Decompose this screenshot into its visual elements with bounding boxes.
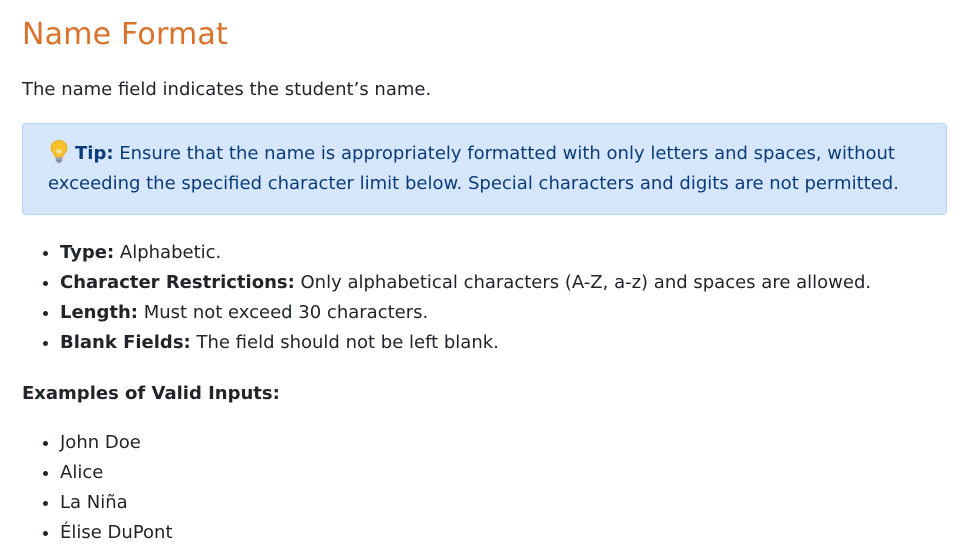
intro-text: The name field indicates the student’s n… — [22, 78, 432, 100]
rules-list: Type: Alphabetic. Character Restrictions… — [22, 238, 947, 358]
tip-callout: Tip: Ensure that the name is appropriate… — [22, 122, 947, 215]
tip-text: Ensure that the name is appropriately fo… — [48, 142, 899, 194]
list-item: Length: Must not exceed 30 characters. — [60, 298, 947, 328]
list-item: Blank Fields: The field should not be le… — [60, 328, 947, 358]
list-item: Élise DuPont — [60, 518, 947, 548]
list-item: Type: Alphabetic. — [60, 238, 947, 268]
examples-list: John Doe Alice La Niña Élise DuPont — [22, 428, 947, 548]
rule-value: Must not exceed 30 characters. — [138, 301, 429, 323]
rule-value: The field should not be left blank. — [190, 331, 499, 353]
page-title: Name Format — [22, 17, 228, 52]
rule-key: Length: — [60, 301, 138, 323]
rule-key: Character Restrictions: — [60, 271, 295, 293]
rule-value: Only alphabetical characters (A-Z, a-z) … — [294, 271, 872, 293]
rule-key: Type: — [60, 241, 115, 263]
list-item: John Doe — [60, 428, 947, 458]
doc-page: Name Format The name field indicates the… — [0, 0, 975, 559]
tip-label: Tip: — [75, 142, 114, 164]
examples-heading: Examples of Valid Inputs: — [22, 382, 280, 404]
list-item: La Niña — [60, 488, 947, 518]
list-item: Alice — [60, 458, 947, 488]
rule-key: Blank Fields: — [60, 331, 191, 353]
list-item: Character Restrictions: Only alphabetica… — [60, 268, 947, 298]
lightbulb-icon — [48, 139, 70, 163]
rule-value: Alphabetic. — [114, 241, 222, 263]
